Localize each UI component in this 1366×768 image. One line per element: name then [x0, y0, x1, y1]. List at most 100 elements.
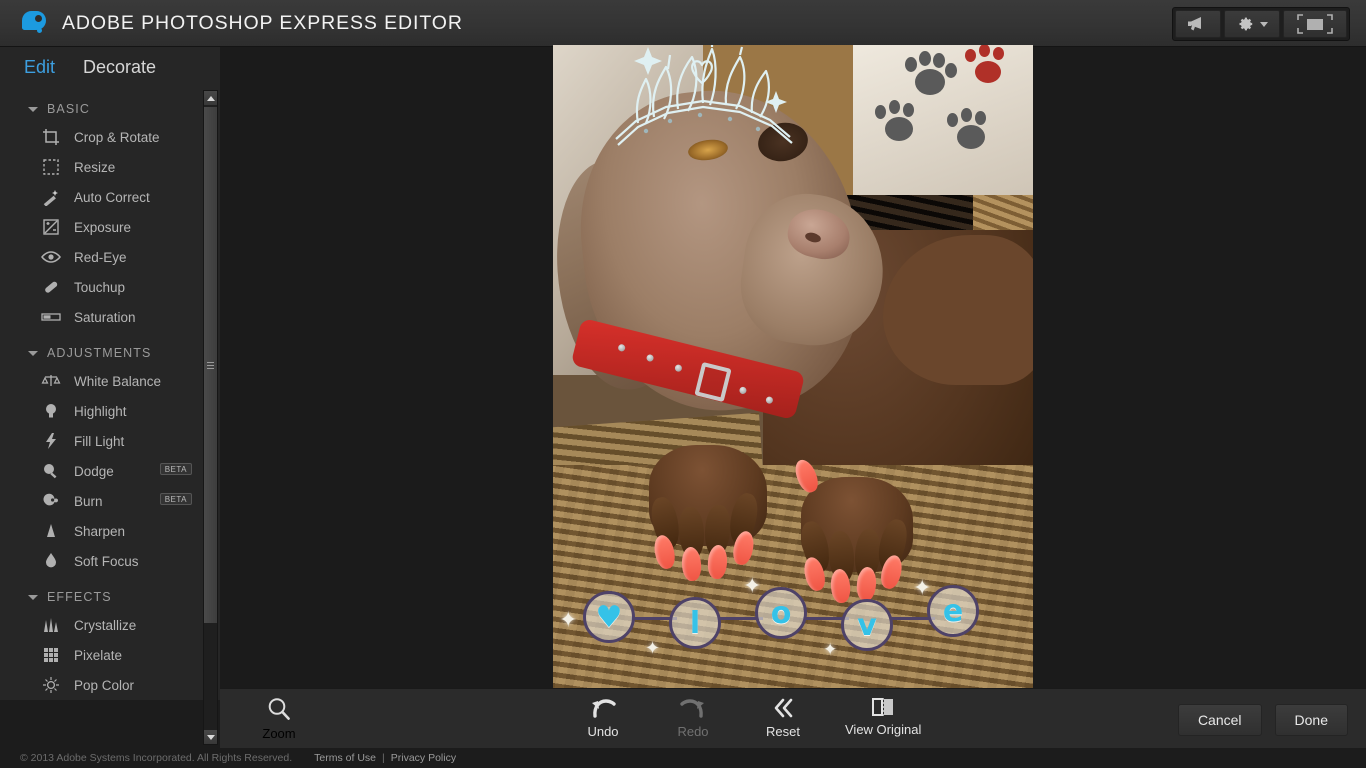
- sidebar-scrollbar[interactable]: [203, 90, 218, 745]
- magic-wand-icon: [40, 187, 62, 207]
- edited-photo[interactable]: ♥ l o v e ✦ ✦ ✦ ✦ ✦: [553, 45, 1033, 688]
- magnifier-icon: [268, 698, 290, 720]
- bandage-icon: [40, 277, 62, 297]
- sidebar-item-white-balance[interactable]: White Balance: [0, 366, 220, 396]
- fullscreen-button[interactable]: [1283, 10, 1347, 38]
- pawprint-graphic: [873, 100, 923, 147]
- eye-icon: [40, 247, 62, 267]
- footer-separator: |: [382, 752, 385, 764]
- sparkle-icon: ✦: [645, 638, 661, 658]
- fullscreen-icon: [1297, 14, 1333, 34]
- reset-button[interactable]: Reset: [755, 696, 811, 739]
- chevron-down-icon: [1260, 21, 1268, 27]
- chevron-down-icon: [28, 106, 38, 112]
- love-banner-decoration[interactable]: ♥ l o v e ✦ ✦ ✦ ✦ ✦: [559, 575, 1003, 671]
- history-tools: Undo Redo Reset View Original: [575, 696, 921, 739]
- zoom-label: Zoom: [262, 726, 296, 741]
- bead-letter-l[interactable]: l: [669, 597, 721, 649]
- tab-decorate[interactable]: Decorate: [77, 55, 168, 80]
- bead-letter-v[interactable]: v: [841, 599, 893, 651]
- sidebar-item-highlight[interactable]: Highlight: [0, 396, 220, 426]
- feedback-button[interactable]: [1175, 10, 1221, 38]
- droplet-icon: [40, 551, 62, 571]
- sidebar-item-red-eye[interactable]: Red-Eye: [0, 242, 220, 272]
- zoom-button[interactable]: Zoom: [244, 696, 314, 741]
- sidebar-item-crop-rotate[interactable]: Crop & Rotate: [0, 122, 220, 152]
- tab-edit[interactable]: Edit: [18, 55, 67, 80]
- group-title: BASIC: [47, 102, 91, 116]
- chevron-down-icon: [206, 734, 215, 740]
- group-header-basic[interactable]: BASIC: [0, 96, 220, 122]
- group-header-adjustments[interactable]: ADJUSTMENTS: [0, 340, 220, 366]
- sidebar-item-label: Pop Color: [74, 677, 135, 693]
- sidebar-item-burn[interactable]: Burn BETA: [0, 486, 220, 516]
- crop-icon: [40, 127, 62, 147]
- view-original-button[interactable]: View Original: [845, 696, 921, 739]
- sidebar-item-label: Soft Focus: [74, 553, 139, 569]
- sidebar-item-label: Fill Light: [74, 433, 125, 449]
- sidebar-item-dodge[interactable]: Dodge BETA: [0, 456, 220, 486]
- saturation-icon: [40, 307, 62, 327]
- sidebar-item-label: Crop & Rotate: [74, 129, 160, 145]
- sharpen-triangle-icon: [40, 521, 62, 541]
- crystallize-icon: [40, 615, 62, 635]
- bead-letter-o[interactable]: o: [755, 587, 807, 639]
- scrollbar-thumb[interactable]: [204, 107, 217, 623]
- header-toolbar: [1172, 7, 1350, 41]
- undo-label: Undo: [587, 724, 619, 739]
- status-badge: BETA: [159, 463, 192, 475]
- tiara-decoration[interactable]: [608, 45, 798, 148]
- pawprint-graphic: [945, 108, 995, 155]
- sidebar-item-resize[interactable]: Resize: [0, 152, 220, 182]
- settings-button[interactable]: [1224, 10, 1280, 38]
- sidebar-item-label: Sharpen: [74, 523, 126, 539]
- pixelate-grid-icon: [40, 645, 62, 665]
- done-button[interactable]: Done: [1274, 704, 1348, 736]
- scroll-down-button[interactable]: [204, 730, 217, 744]
- sidebar-item-label: Touchup: [74, 279, 126, 295]
- reset-label: Reset: [766, 724, 800, 739]
- sidebar-scroll-area[interactable]: BASIC Crop & Rotate Resize Auto Correct …: [0, 88, 220, 700]
- sidebar-item-label: Exposure: [74, 219, 132, 235]
- photo-dog-paw-right: [791, 456, 913, 604]
- image-canvas[interactable]: ♥ l o v e ✦ ✦ ✦ ✦ ✦: [220, 45, 1366, 688]
- scroll-up-button[interactable]: [204, 91, 217, 105]
- cancel-button[interactable]: Cancel: [1177, 704, 1262, 736]
- redo-button[interactable]: Redo: [665, 696, 721, 739]
- sidebar-item-exposure[interactable]: Exposure: [0, 212, 220, 242]
- sidebar-item-label: Auto Correct: [74, 189, 150, 205]
- group-header-effects[interactable]: EFFECTS: [0, 584, 220, 610]
- copyright-text: © 2013 Adobe Systems Incorporated. All R…: [20, 752, 293, 764]
- bead-letter-e[interactable]: e: [927, 585, 979, 637]
- undo-button[interactable]: Undo: [575, 696, 631, 739]
- sidebar-item-label: Pixelate: [74, 647, 123, 663]
- sidebar-item-pop-color[interactable]: Pop Color: [0, 670, 220, 700]
- sidebar-item-auto-correct[interactable]: Auto Correct: [0, 182, 220, 212]
- lightning-bolt-icon: [40, 431, 62, 451]
- pawprint-graphic: [901, 51, 957, 101]
- bottom-toolbar: Zoom Undo Redo Reset View Original Cance…: [220, 688, 1366, 748]
- redo-label: Redo: [677, 724, 709, 739]
- sidebar-item-soft-focus[interactable]: Soft Focus: [0, 546, 220, 576]
- bead-heart[interactable]: ♥: [583, 591, 635, 643]
- privacy-policy-link[interactable]: Privacy Policy: [391, 752, 456, 764]
- pawprint-graphic: [963, 45, 1011, 89]
- before-after-split-icon: [872, 698, 894, 716]
- sidebar-item-label: Resize: [74, 159, 116, 175]
- resize-icon: [40, 157, 62, 177]
- sidebar-item-label: Burn: [74, 493, 103, 509]
- sidebar-item-saturation[interactable]: Saturation: [0, 302, 220, 332]
- sidebar-item-fill-light[interactable]: Fill Light: [0, 426, 220, 456]
- undo-arrow-icon: [592, 699, 616, 718]
- sidebar-item-label: Saturation: [74, 309, 136, 325]
- sidebar-item-label: White Balance: [74, 373, 162, 389]
- sidebar-item-touchup[interactable]: Touchup: [0, 272, 220, 302]
- sidebar-item-crystallize[interactable]: Crystallize: [0, 610, 220, 640]
- view-original-label: View Original: [845, 722, 922, 737]
- terms-of-use-link[interactable]: Terms of Use: [314, 752, 376, 764]
- burn-hand-icon: [40, 491, 62, 511]
- sidebar-item-pixelate[interactable]: Pixelate: [0, 640, 220, 670]
- sparkle-icon: ✦: [559, 607, 578, 632]
- chevron-up-icon: [206, 95, 215, 101]
- sidebar-item-sharpen[interactable]: Sharpen: [0, 516, 220, 546]
